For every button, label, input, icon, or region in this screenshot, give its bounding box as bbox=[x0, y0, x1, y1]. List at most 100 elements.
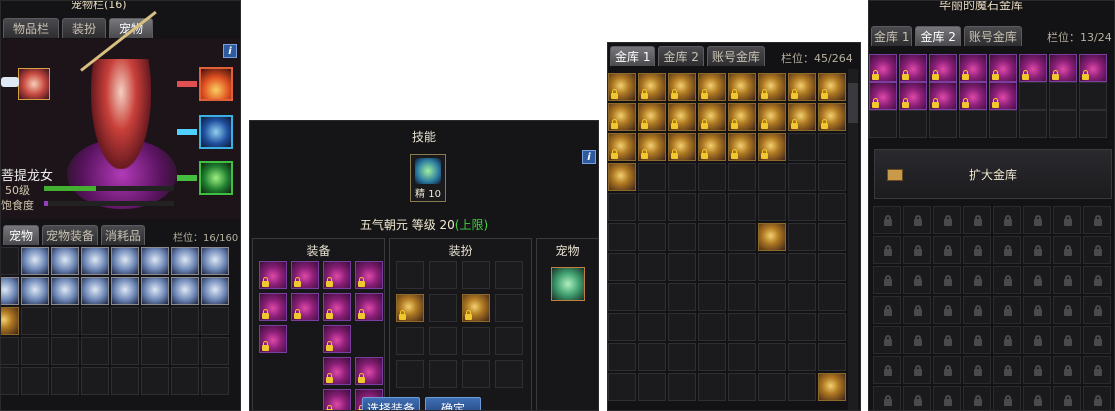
empty-slot[interactable] bbox=[728, 373, 756, 401]
empty-slot[interactable] bbox=[668, 313, 696, 341]
equipped-item[interactable] bbox=[291, 261, 319, 289]
pet-item[interactable] bbox=[1, 277, 19, 305]
tab-vault2-2[interactable]: 金库 2 bbox=[915, 26, 961, 46]
vault-item[interactable] bbox=[638, 73, 666, 101]
empty-slot[interactable] bbox=[728, 223, 756, 251]
empty-slot[interactable] bbox=[638, 343, 666, 371]
pet-item[interactable] bbox=[21, 247, 49, 275]
empty-slot[interactable] bbox=[1019, 82, 1047, 110]
empty-slot[interactable] bbox=[698, 313, 726, 341]
empty-slot[interactable] bbox=[638, 313, 666, 341]
avatar-item[interactable] bbox=[396, 294, 424, 322]
empty-slot[interactable] bbox=[608, 343, 636, 371]
vault-item[interactable] bbox=[608, 73, 636, 101]
skill-slot-leaf-icon[interactable] bbox=[199, 161, 233, 195]
vault-item[interactable] bbox=[788, 73, 816, 101]
info-icon[interactable]: i bbox=[223, 44, 237, 58]
tab-vault-1[interactable]: 金库 1 bbox=[610, 46, 656, 66]
equipped-item[interactable] bbox=[259, 293, 287, 321]
vault-scrollbar[interactable] bbox=[848, 69, 858, 410]
vault-item[interactable] bbox=[758, 73, 786, 101]
empty-slot[interactable] bbox=[788, 343, 816, 371]
vault-item[interactable] bbox=[818, 373, 846, 401]
tab-vault2-1[interactable]: 金库 1 bbox=[871, 26, 913, 46]
empty-slot[interactable] bbox=[495, 327, 523, 355]
vault-item[interactable] bbox=[758, 133, 786, 161]
equipped-item[interactable] bbox=[323, 389, 351, 410]
empty-slot[interactable] bbox=[141, 337, 169, 365]
empty-slot[interactable] bbox=[698, 253, 726, 281]
empty-slot[interactable] bbox=[429, 360, 457, 388]
empty-slot[interactable] bbox=[141, 307, 169, 335]
empty-slot[interactable] bbox=[818, 343, 846, 371]
tab-account-vault[interactable]: 账号金库 bbox=[706, 46, 765, 66]
tab-avatar[interactable]: 装扮 bbox=[62, 18, 107, 38]
empty-slot[interactable] bbox=[429, 294, 457, 322]
empty-slot[interactable] bbox=[81, 337, 109, 365]
empty-slot[interactable] bbox=[51, 367, 79, 395]
skill-icon-frame[interactable]: 精 10 bbox=[410, 154, 446, 202]
empty-slot[interactable] bbox=[728, 283, 756, 311]
vault-item[interactable] bbox=[728, 133, 756, 161]
empty-slot[interactable] bbox=[171, 307, 199, 335]
vault-item[interactable] bbox=[788, 103, 816, 131]
vault-scroll-thumb[interactable] bbox=[848, 83, 858, 123]
empty-slot[interactable] bbox=[698, 193, 726, 221]
vault2-item[interactable] bbox=[989, 54, 1017, 82]
pet-item[interactable] bbox=[111, 247, 139, 275]
empty-slot[interactable] bbox=[818, 133, 846, 161]
pet-item[interactable] bbox=[111, 277, 139, 305]
empty-slot[interactable] bbox=[758, 193, 786, 221]
avatar-item[interactable] bbox=[462, 294, 490, 322]
tab-consumable[interactable]: 消耗品 bbox=[101, 225, 146, 245]
empty-slot[interactable] bbox=[818, 193, 846, 221]
vault-item[interactable] bbox=[608, 163, 636, 191]
empty-slot[interactable] bbox=[638, 283, 666, 311]
equipped-item[interactable] bbox=[259, 325, 287, 353]
empty-slot[interactable] bbox=[869, 110, 897, 138]
vault-item[interactable] bbox=[668, 133, 696, 161]
empty-slot[interactable] bbox=[668, 283, 696, 311]
empty-slot[interactable] bbox=[668, 223, 696, 251]
empty-slot[interactable] bbox=[81, 367, 109, 395]
empty-slot[interactable] bbox=[111, 337, 139, 365]
vault2-item[interactable] bbox=[959, 82, 987, 110]
empty-slot[interactable] bbox=[788, 373, 816, 401]
pet-item[interactable] bbox=[51, 247, 79, 275]
empty-slot[interactable] bbox=[462, 261, 490, 289]
empty-slot[interactable] bbox=[608, 193, 636, 221]
empty-slot[interactable] bbox=[201, 367, 229, 395]
vault2-item[interactable] bbox=[899, 54, 927, 82]
vault-item[interactable] bbox=[758, 103, 786, 131]
empty-slot[interactable] bbox=[608, 283, 636, 311]
empty-slot[interactable] bbox=[698, 223, 726, 251]
skill-slot-wind-icon[interactable] bbox=[199, 115, 233, 149]
vault2-item[interactable] bbox=[1049, 54, 1077, 82]
vault-item[interactable] bbox=[668, 73, 696, 101]
empty-slot[interactable] bbox=[668, 343, 696, 371]
vault-item[interactable] bbox=[758, 223, 786, 251]
pet-item[interactable] bbox=[141, 247, 169, 275]
vault2-item[interactable] bbox=[989, 82, 1017, 110]
empty-slot[interactable] bbox=[728, 313, 756, 341]
pet-item[interactable] bbox=[201, 277, 229, 305]
empty-slot[interactable] bbox=[929, 110, 957, 138]
empty-slot[interactable] bbox=[1049, 110, 1077, 138]
empty-slot[interactable] bbox=[608, 313, 636, 341]
pet-item[interactable] bbox=[171, 247, 199, 275]
vault-item[interactable] bbox=[638, 133, 666, 161]
empty-slot[interactable] bbox=[758, 163, 786, 191]
tab-vault-2[interactable]: 金库 2 bbox=[658, 46, 704, 66]
empty-slot[interactable] bbox=[495, 360, 523, 388]
empty-slot[interactable] bbox=[638, 163, 666, 191]
empty-slot[interactable] bbox=[788, 133, 816, 161]
empty-slot[interactable] bbox=[758, 313, 786, 341]
pet-item[interactable] bbox=[81, 277, 109, 305]
vault-item[interactable] bbox=[668, 103, 696, 131]
vault2-item[interactable] bbox=[1079, 54, 1107, 82]
empty-slot[interactable] bbox=[171, 337, 199, 365]
empty-slot[interactable] bbox=[429, 327, 457, 355]
empty-slot[interactable] bbox=[1, 247, 19, 275]
equipped-item[interactable] bbox=[291, 293, 319, 321]
empty-slot[interactable] bbox=[495, 261, 523, 289]
